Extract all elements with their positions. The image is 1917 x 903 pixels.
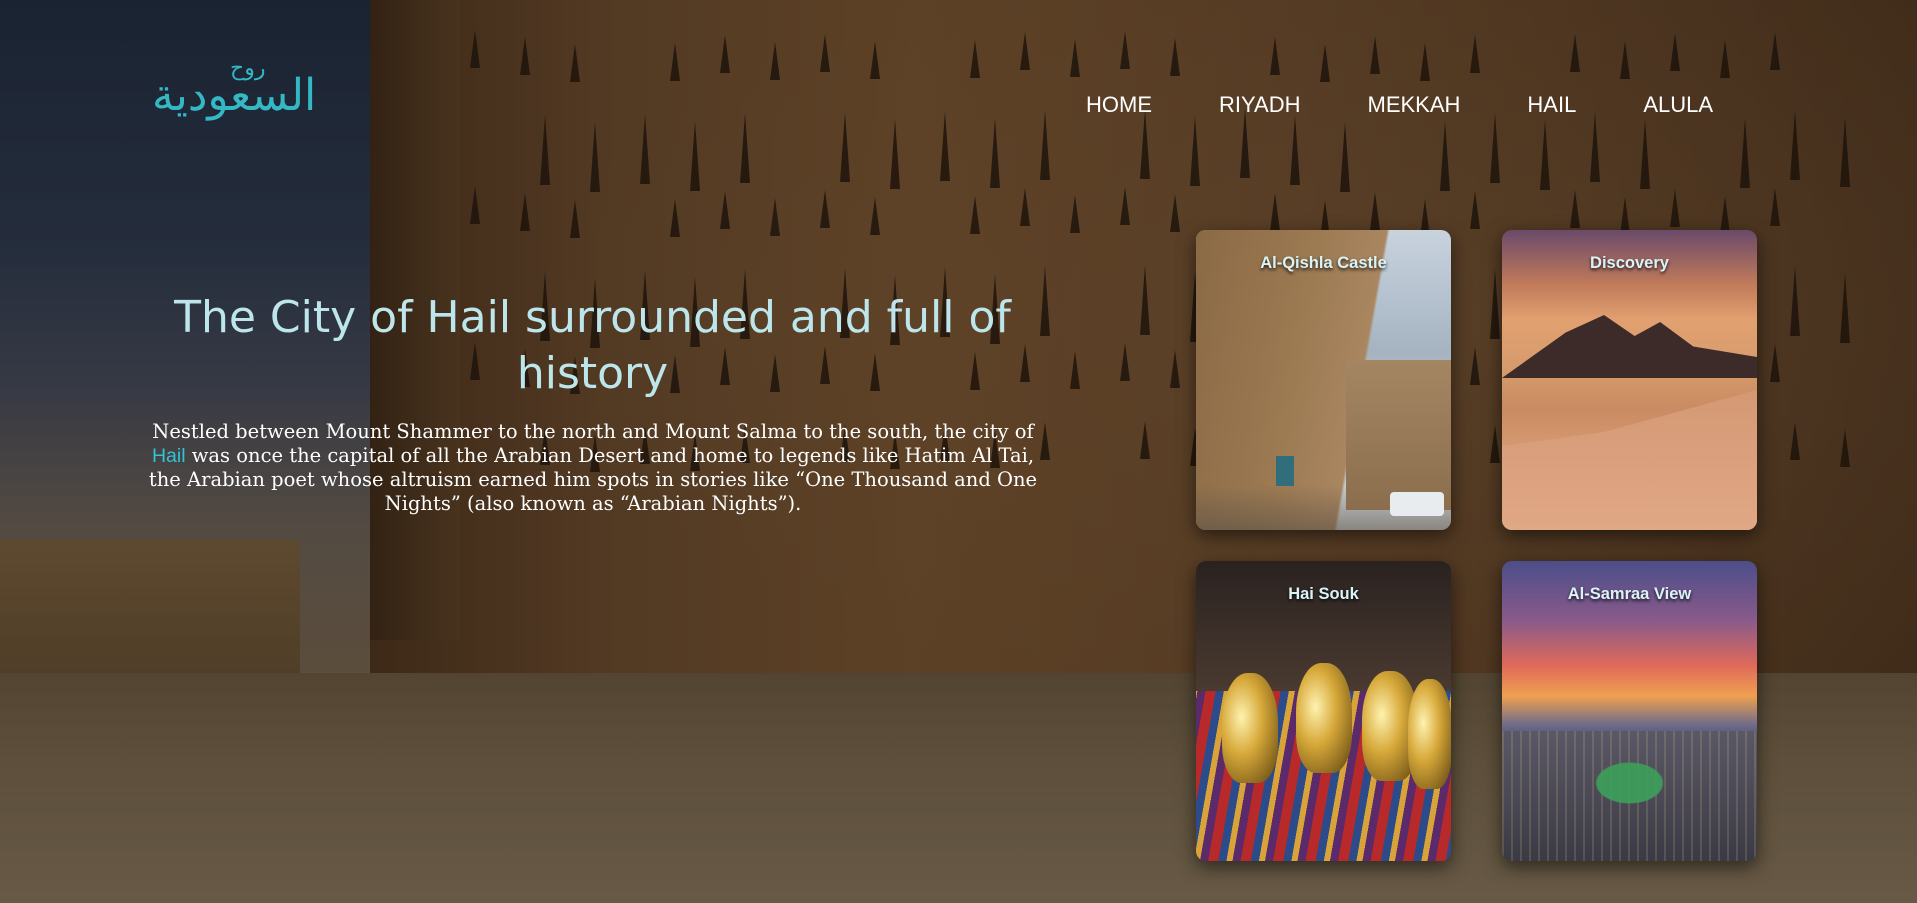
nav-riyadh[interactable]: RIYADH	[1219, 92, 1301, 118]
intro-text-end: was once the capital of all the Arabian …	[148, 443, 1038, 515]
city-view-image	[1502, 561, 1757, 861]
page-title: The City of Hail surrounded and full of …	[174, 292, 1011, 399]
van	[1390, 492, 1444, 516]
castle-image	[1196, 230, 1451, 530]
card-title: Al-Samraa View	[1567, 585, 1692, 603]
card-title: Al-Qishla Castle	[1260, 254, 1387, 272]
nav-alula[interactable]: ALULA	[1643, 92, 1713, 118]
nav-home[interactable]: HOME	[1086, 92, 1152, 118]
desert-image	[1502, 230, 1757, 530]
main-nav: HOME RIYADH MEKKAH HAIL ALULA	[1086, 92, 1713, 118]
souk-image	[1196, 561, 1451, 861]
card-al-samraa-view[interactable]: Al-Samraa View	[1502, 561, 1757, 861]
hail-link[interactable]: Hail	[152, 445, 186, 467]
site-logo[interactable]: روح السعودية	[152, 56, 322, 145]
intro-text-start: Nestled between Mount Shammer to the nor…	[152, 420, 1034, 443]
coffee-pot	[1408, 679, 1451, 789]
castle-sign	[1276, 456, 1294, 486]
castle-wall	[1346, 360, 1451, 510]
intro-paragraph: Nestled between Mount Shammer to the nor…	[148, 420, 1038, 515]
card-al-qishla-castle[interactable]: Al-Qishla Castle	[1196, 230, 1451, 530]
sand-dune	[1502, 390, 1757, 530]
city-lights	[1502, 731, 1757, 861]
card-discovery[interactable]: Discovery	[1502, 230, 1757, 530]
mountain	[1502, 315, 1757, 378]
coffee-pot	[1222, 673, 1278, 783]
card-hai-souk[interactable]: Hai Souk	[1196, 561, 1451, 861]
nav-hail[interactable]: HAIL	[1527, 92, 1576, 118]
card-title: Discovery	[1590, 254, 1669, 272]
card-title: Hai Souk	[1288, 585, 1359, 603]
nav-mekkah[interactable]: MEKKAH	[1368, 92, 1461, 118]
logo-arabic-main: السعودية	[152, 70, 317, 121]
coffee-pot	[1296, 663, 1352, 773]
